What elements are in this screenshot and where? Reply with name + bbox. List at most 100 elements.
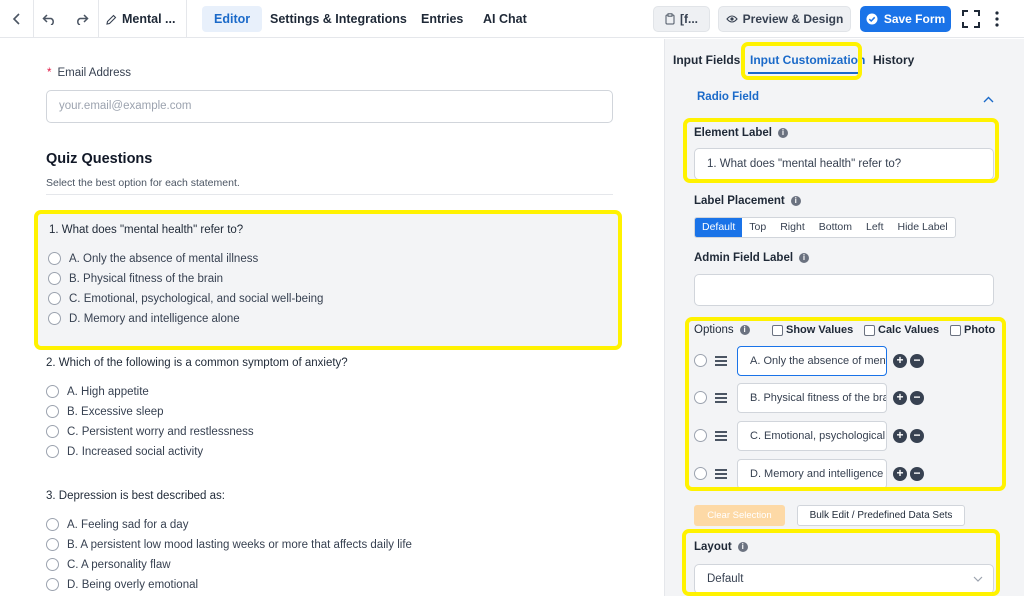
q1-option-d[interactable]: D. Memory and intelligence alone — [48, 312, 240, 325]
radio-icon — [48, 272, 61, 285]
add-option-icon[interactable]: + — [893, 429, 907, 443]
remove-option-icon[interactable]: − — [910, 429, 924, 443]
admin-field-label-input[interactable] — [694, 274, 994, 306]
drag-handle-icon[interactable] — [715, 393, 727, 405]
option-default-radio[interactable] — [694, 391, 707, 404]
add-option-icon[interactable]: + — [893, 354, 907, 368]
q3-option-b[interactable]: B. A persistent low mood lasting weeks o… — [46, 538, 412, 551]
placement-left[interactable]: Left — [859, 218, 891, 237]
radio-icon — [46, 518, 59, 531]
placement-bottom[interactable]: Bottom — [812, 218, 859, 237]
bulk-edit-button[interactable]: Bulk Edit / Predefined Data Sets — [797, 505, 965, 526]
add-option-icon[interactable]: + — [893, 391, 907, 405]
active-tab-indicator — [748, 72, 858, 74]
radio-icon — [46, 385, 59, 398]
eye-icon — [725, 15, 738, 23]
form-title: Mental ... — [122, 12, 176, 26]
add-option-icon[interactable]: + — [893, 467, 907, 481]
option-input[interactable]: D. Memory and intelligence alone — [737, 459, 887, 489]
shortcode-button[interactable]: [f... — [653, 6, 710, 32]
more-options-icon[interactable] — [990, 8, 1004, 30]
option-default-radio[interactable] — [694, 354, 707, 367]
element-label-heading: Element Label i — [694, 127, 788, 139]
chevron-down-icon — [973, 576, 983, 582]
show-values-checkbox[interactable]: Show Values — [772, 324, 853, 336]
question-2-title: 2. Which of the following is a common sy… — [46, 357, 348, 369]
option-default-radio[interactable] — [694, 429, 707, 442]
calc-values-checkbox[interactable]: Calc Values — [864, 324, 939, 336]
radio-icon — [48, 292, 61, 305]
clear-selection-button[interactable]: Clear Selection — [694, 505, 785, 526]
radio-icon — [46, 405, 59, 418]
info-icon: i — [777, 128, 788, 138]
placement-right[interactable]: Right — [773, 218, 812, 237]
save-form-button[interactable]: Save Form — [860, 6, 951, 32]
q1-option-c[interactable]: C. Emotional, psychological, and social … — [48, 292, 323, 305]
q2-option-d[interactable]: D. Increased social activity — [46, 445, 203, 458]
tab-history[interactable]: History — [873, 53, 914, 67]
option-input[interactable]: A. Only the absence of mental illness — [737, 346, 887, 376]
layout-heading: Layout i — [694, 541, 748, 553]
top-toolbar: Mental ... Editor Settings & Integration… — [0, 0, 1024, 38]
q3-option-c[interactable]: C. A personality flaw — [46, 558, 171, 571]
pencil-icon — [106, 14, 117, 25]
info-icon: i — [790, 196, 801, 206]
back-chevron-icon[interactable] — [8, 10, 26, 28]
undo-icon[interactable] — [40, 10, 58, 28]
drag-handle-icon[interactable] — [715, 356, 727, 368]
info-icon: i — [739, 325, 750, 335]
tab-entries[interactable]: Entries — [409, 6, 475, 32]
placement-default[interactable]: Default — [695, 218, 743, 237]
q1-option-a[interactable]: A. Only the absence of mental illness — [48, 252, 258, 265]
photo-checkbox[interactable]: Photo — [950, 324, 995, 336]
q3-option-d[interactable]: D. Being overly emotional — [46, 578, 198, 591]
question-3-title: 3. Depression is best described as: — [46, 490, 225, 502]
label-placement-heading: Label Placement i — [694, 195, 801, 207]
radio-icon — [46, 558, 59, 571]
placement-top[interactable]: Top — [742, 218, 773, 237]
info-icon: i — [799, 253, 810, 263]
checkbox-icon — [772, 324, 783, 336]
option-input[interactable]: C. Emotional, psychological, and social … — [737, 421, 887, 451]
tab-settings-integrations[interactable]: Settings & Integrations — [258, 6, 419, 32]
remove-option-icon[interactable]: − — [910, 467, 924, 481]
option-default-radio[interactable] — [694, 467, 707, 480]
tab-input-customization[interactable]: Input Customization — [750, 53, 865, 67]
chevron-up-icon[interactable] — [983, 92, 994, 106]
option-input[interactable]: B. Physical fitness of the brain — [737, 383, 887, 413]
tab-ai-chat[interactable]: AI Chat — [471, 6, 539, 32]
tab-input-fields[interactable]: Input Fields — [673, 53, 740, 67]
tab-editor[interactable]: Editor — [202, 6, 263, 32]
layout-select[interactable]: Default — [694, 564, 994, 594]
redo-icon[interactable] — [73, 10, 91, 28]
placement-hide-label[interactable]: Hide Label — [891, 218, 955, 237]
q3-option-a[interactable]: A. Feeling sad for a day — [46, 518, 188, 531]
q2-option-c[interactable]: C. Persistent worry and restlessness — [46, 425, 254, 438]
checkbox-icon — [950, 324, 961, 336]
radio-icon — [46, 445, 59, 458]
checkbox-icon — [864, 324, 875, 336]
check-circle-icon — [866, 13, 878, 25]
radio-icon — [46, 538, 59, 551]
section-subtitle: Select the best option for each statemen… — [46, 177, 240, 189]
clipboard-icon — [665, 13, 675, 25]
drag-handle-icon[interactable] — [715, 431, 727, 443]
field-type-title: Radio Field — [697, 91, 759, 103]
preview-design-button[interactable]: Preview & Design — [718, 6, 851, 32]
radio-icon — [48, 312, 61, 325]
q1-option-b[interactable]: B. Physical fitness of the brain — [48, 272, 223, 285]
radio-icon — [46, 578, 59, 591]
remove-option-icon[interactable]: − — [910, 354, 924, 368]
question-1-title: 1. What does "mental health" refer to? — [49, 224, 244, 236]
q2-option-a[interactable]: A. High appetite — [46, 385, 149, 398]
info-icon: i — [737, 542, 748, 552]
admin-field-label-heading: Admin Field Label i — [694, 252, 810, 264]
remove-option-icon[interactable]: − — [910, 391, 924, 405]
q2-option-b[interactable]: B. Excessive sleep — [46, 405, 164, 418]
fullscreen-icon[interactable] — [960, 8, 982, 30]
email-label: * Email Address — [47, 67, 131, 79]
drag-handle-icon[interactable] — [715, 469, 727, 481]
element-label-input[interactable]: 1. What does "mental health" refer to? — [694, 148, 994, 180]
form-title-edit[interactable]: Mental ... — [106, 12, 175, 26]
email-input[interactable]: your.email@example.com — [46, 90, 613, 123]
